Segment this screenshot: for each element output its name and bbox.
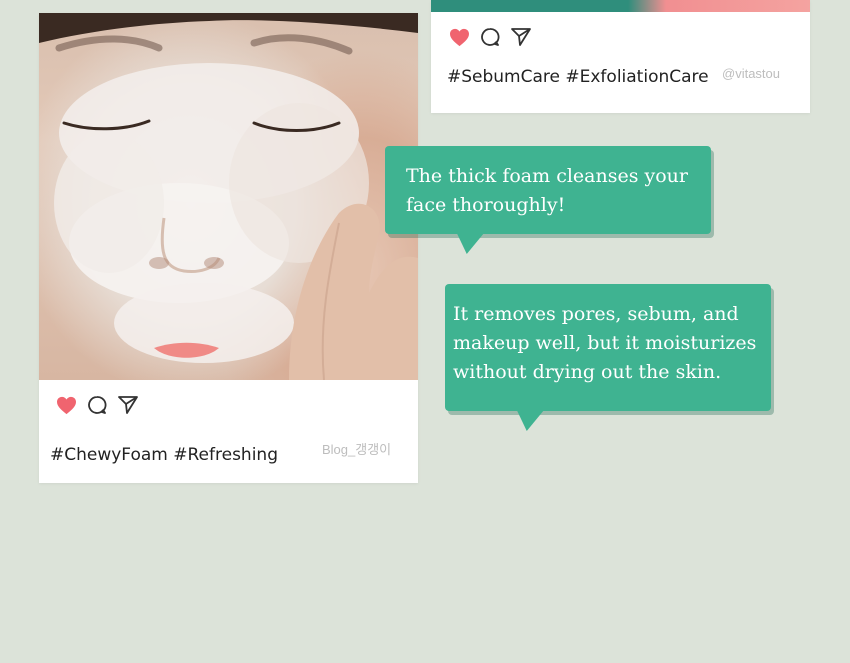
speech-bubble-foam: The thick foam cleanses your face thorou… — [385, 146, 711, 254]
share-icon[interactable] — [117, 395, 139, 415]
post-credit: @vitastou — [722, 66, 780, 81]
bubble-tail — [457, 234, 487, 254]
bubble-line: face thoroughly! — [406, 194, 566, 216]
post-actions — [449, 27, 532, 47]
post-image-cropped — [431, 0, 810, 12]
face-foam-photo — [39, 13, 418, 380]
heart-icon[interactable] — [449, 28, 470, 47]
post-card-sebum-care: #SebumCare #ExfoliationCare @vitastou — [431, 0, 810, 113]
bubble-line: It removes pores, sebum, and — [453, 303, 739, 325]
bubble-line: The thick foam cleanses your — [406, 165, 688, 187]
post-card-chewy-foam: #ChewyFoam #Refreshing Blog_갱갱이 — [39, 13, 418, 483]
bubble-tail — [517, 411, 547, 431]
post-credit: Blog_갱갱이 — [322, 442, 392, 457]
share-icon[interactable] — [510, 27, 532, 47]
bubble-line: without drying out the skin. — [453, 361, 722, 383]
heart-icon[interactable] — [56, 396, 77, 415]
post-hashtags[interactable]: #SebumCare #ExfoliationCare — [447, 67, 709, 87]
bubble-line: makeup well, but it moisturizes — [453, 332, 757, 354]
comment-icon[interactable] — [480, 27, 500, 47]
post-actions — [56, 395, 139, 415]
post-hashtags[interactable]: #ChewyFoam #Refreshing — [50, 445, 278, 465]
comment-icon[interactable] — [87, 395, 107, 415]
speech-bubble-moisture: It removes pores, sebum, and makeup well… — [445, 284, 771, 431]
